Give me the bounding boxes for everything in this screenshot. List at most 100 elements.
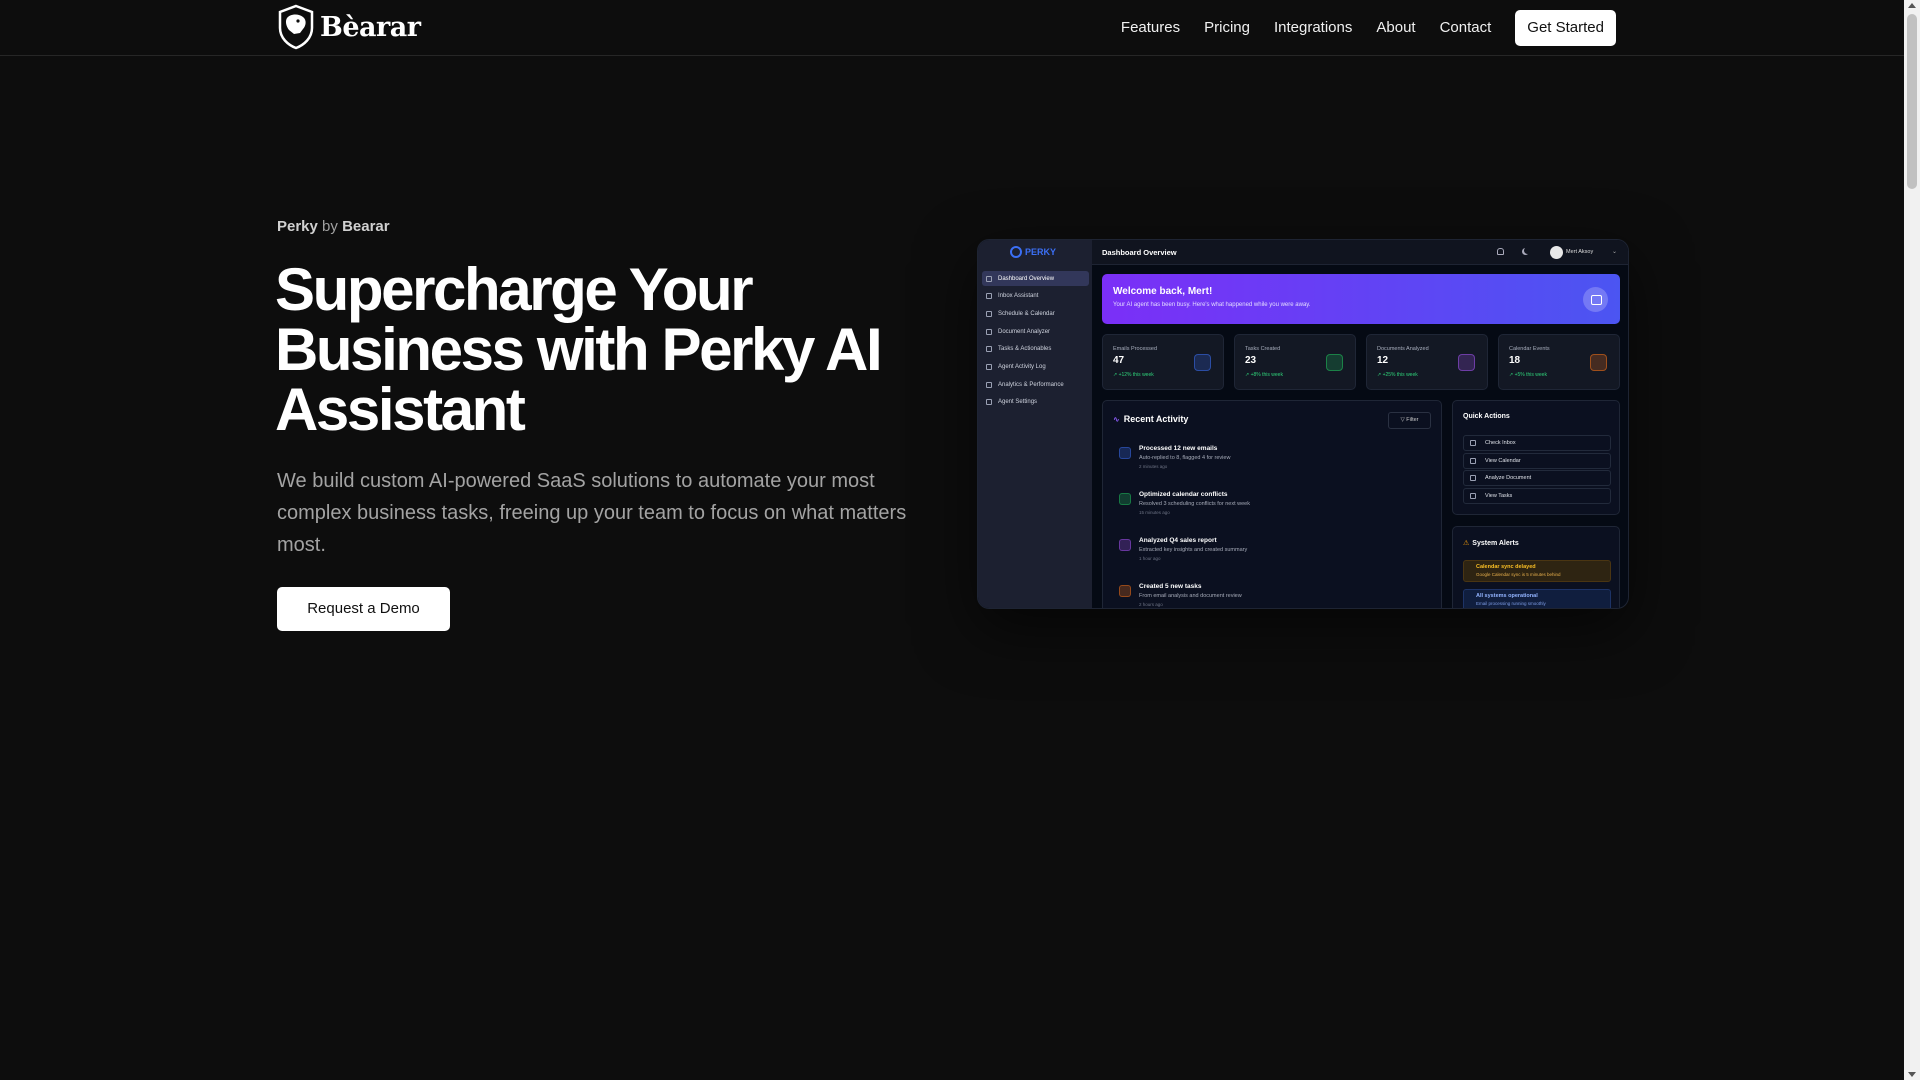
activity-pulse-icon: ∿ — [1113, 414, 1120, 424]
bell-icon[interactable] — [1497, 248, 1504, 255]
activity-desc: Auto-replied to 8, flagged 4 for review — [1139, 455, 1231, 461]
scroll-down-arrow-icon[interactable] — [1908, 1072, 1916, 1077]
stat-value: 23 — [1245, 355, 1257, 366]
request-demo-button[interactable]: Request a Demo — [277, 587, 450, 631]
eyebrow-by: by — [322, 218, 338, 235]
activity-time: 1 hour ago — [1139, 556, 1161, 561]
activity-title: Optimized calendar conflicts — [1139, 491, 1228, 498]
quick-action-check-inbox[interactable]: Check Inbox — [1463, 435, 1611, 451]
hero-eyebrow: Perky by Bearar — [277, 218, 390, 235]
hero-headline: Supercharge Your Business with Perky AI … — [275, 256, 883, 443]
list-item[interactable]: Optimized calendar conflicts Resolved 3 … — [1119, 491, 1429, 537]
quick-action-label: View Tasks — [1485, 492, 1513, 499]
checklist-icon — [1119, 585, 1131, 597]
checklist-icon — [986, 346, 992, 353]
recent-activity-header: ∿ Recent Activity — [1113, 414, 1188, 424]
activity-title: Created 5 new tasks — [1139, 583, 1202, 590]
sidebar-item-schedule-calendar[interactable]: Schedule & Calendar — [982, 306, 1089, 321]
sidebar-item-label: Agent Activity Log — [998, 363, 1046, 370]
mail-icon — [1470, 440, 1476, 446]
perky-logo-icon — [1010, 246, 1022, 258]
alert-title: Calendar sync delayed — [1476, 564, 1536, 570]
brand-logo[interactable]: Bèarar — [276, 4, 421, 50]
quick-actions-panel: Quick Actions Check Inbox View Calendar … — [1452, 400, 1620, 515]
calendar-icon — [1590, 354, 1607, 371]
dashboard-sidebar: PERKY Dashboard Overview Inbox Assistant… — [978, 240, 1092, 608]
stat-value: 18 — [1509, 355, 1521, 366]
sidebar-item-dashboard-overview[interactable]: Dashboard Overview — [982, 271, 1089, 286]
activity-title: Analyzed Q4 sales report — [1139, 537, 1217, 544]
sidebar-item-document-analyzer[interactable]: Document Analyzer — [982, 324, 1089, 339]
list-item[interactable]: Created 5 new tasks From email analysis … — [1119, 583, 1429, 608]
avatar[interactable] — [1550, 246, 1563, 259]
quick-action-label: View Calendar — [1485, 457, 1521, 464]
stat-value: 47 — [1113, 355, 1125, 366]
sidebar-item-label: Inbox Assistant — [998, 293, 1039, 300]
checklist-icon — [1326, 354, 1343, 371]
sidebar-item-label: Schedule & Calendar — [998, 310, 1055, 317]
alert-info[interactable]: All systems operational Email processing… — [1463, 589, 1611, 608]
nav-link-pricing[interactable]: Pricing — [1204, 10, 1250, 46]
activity-time: 15 minutes ago — [1139, 510, 1170, 515]
grid-icon — [986, 275, 992, 282]
sidebar-item-tasks-actionables[interactable]: Tasks & Actionables — [982, 342, 1089, 357]
mail-icon — [1119, 447, 1131, 459]
quick-actions-list: Check Inbox View Calendar Analyze Docume… — [1463, 435, 1611, 505]
stat-change: ↗ +25% this week — [1377, 372, 1418, 378]
system-alerts-panel: ⚠ System Alerts Calendar sync delayed Go… — [1452, 526, 1620, 608]
stat-change: ↗ +12% this week — [1113, 372, 1154, 378]
alert-desc: Google Calendar sync is 5 minutes behind — [1476, 572, 1561, 577]
list-item[interactable]: Analyzed Q4 sales report Extracted key i… — [1119, 537, 1429, 583]
chart-icon — [986, 381, 992, 388]
sidebar-item-analytics-performance[interactable]: Analytics & Performance — [982, 377, 1089, 392]
sidebar-item-label: Document Analyzer — [998, 328, 1051, 335]
top-navbar: Bèarar Features Pricing Integrations Abo… — [0, 0, 1904, 56]
nav-link-integrations[interactable]: Integrations — [1274, 10, 1352, 46]
list-item[interactable]: Processed 12 new emails Auto-replied to … — [1119, 445, 1429, 491]
calendar-icon — [1119, 493, 1131, 505]
get-started-button[interactable]: Get Started — [1515, 10, 1616, 46]
quick-action-analyze-document[interactable]: Analyze Document — [1463, 470, 1611, 486]
sidebar-item-inbox-assistant[interactable]: Inbox Assistant — [982, 289, 1089, 304]
stat-card-emails: Emails Processed 47 ↗ +12% this week — [1102, 334, 1224, 390]
alert-desc: Email processing running smoothly — [1476, 601, 1546, 606]
filter-label: Filter — [1406, 417, 1419, 423]
brand-name: Bèarar — [320, 11, 421, 43]
page-scrollbar[interactable] — [1904, 0, 1920, 1080]
stat-card-tasks: Tasks Created 23 ↗ +8% this week — [1234, 334, 1356, 390]
stat-change: ↗ +8% this week — [1245, 372, 1283, 378]
sidebar-item-agent-activity-log[interactable]: Agent Activity Log — [982, 359, 1089, 374]
activity-desc: Resolved 3 scheduling conflicts for next… — [1139, 501, 1250, 507]
chevron-down-icon[interactable]: ⌄ — [1612, 248, 1617, 255]
sidebar-item-label: Tasks & Actionables — [998, 346, 1052, 353]
quick-action-label: Analyze Document — [1485, 475, 1532, 481]
nav-links: Features Pricing Integrations About Cont… — [1097, 10, 1616, 46]
hero-subhead: We build custom AI-powered SaaS solution… — [277, 470, 907, 556]
quick-action-view-calendar[interactable]: View Calendar — [1463, 452, 1611, 469]
stat-label: Calendar Events — [1509, 346, 1550, 352]
sidebar-item-label: Dashboard Overview — [998, 275, 1055, 282]
scroll-up-arrow-icon[interactable] — [1908, 3, 1916, 8]
moon-icon[interactable] — [1522, 248, 1529, 255]
welcome-subtitle: Your AI agent has been busy. Here's what… — [1113, 302, 1311, 308]
filter-button[interactable]: ▽ Filter — [1388, 412, 1431, 429]
stat-value: 12 — [1377, 355, 1389, 366]
nav-link-features[interactable]: Features — [1121, 10, 1180, 46]
nav-link-about[interactable]: About — [1376, 10, 1415, 46]
quick-action-view-tasks[interactable]: View Tasks — [1463, 487, 1611, 504]
activity-title: Processed 12 new emails — [1139, 445, 1218, 452]
history-icon — [986, 363, 992, 370]
dashboard-topbar: Dashboard Overview Mert Aksoy ⌄ — [1092, 240, 1628, 265]
alert-warning[interactable]: Calendar sync delayed Google Calendar sy… — [1463, 560, 1611, 582]
user-name[interactable]: Mert Aksoy — [1566, 249, 1593, 255]
bear-shield-icon — [278, 4, 314, 50]
scrollbar-thumb[interactable] — [1907, 14, 1917, 189]
stat-label: Emails Processed — [1113, 346, 1158, 352]
calendar-icon — [1470, 457, 1476, 464]
activity-time: 2 hours ago — [1139, 602, 1163, 607]
nav-link-contact[interactable]: Contact — [1440, 10, 1492, 46]
system-alerts-header: ⚠ System Alerts — [1463, 539, 1519, 548]
warning-icon: ⚠ — [1463, 540, 1470, 547]
sidebar-item-agent-settings[interactable]: Agent Settings — [982, 395, 1089, 410]
mail-icon — [1194, 354, 1211, 371]
